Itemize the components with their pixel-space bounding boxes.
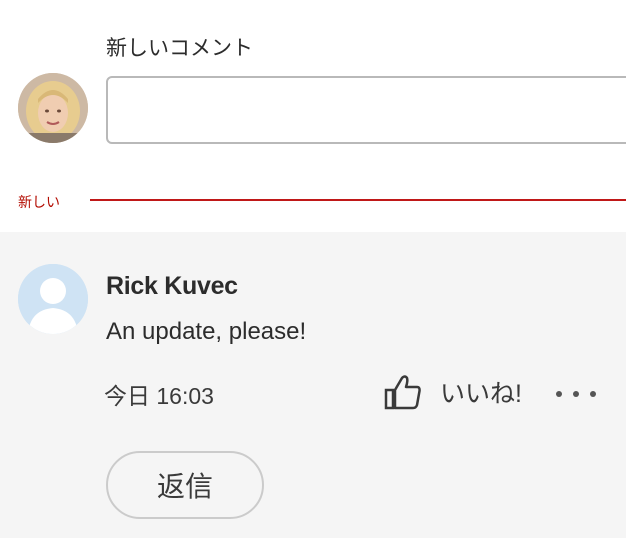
new-divider-line bbox=[90, 199, 626, 201]
comment-text: An update, please! bbox=[106, 318, 307, 345]
comment-thread bbox=[0, 232, 626, 538]
like-button[interactable]: いいね! bbox=[384, 372, 522, 412]
more-options-icon-dot bbox=[573, 391, 579, 397]
more-options-icon-dot bbox=[590, 391, 596, 397]
like-label: いいね! bbox=[440, 380, 522, 408]
comment-input[interactable] bbox=[106, 76, 626, 144]
new-comment-label: 新しいコメント bbox=[106, 37, 253, 60]
user-avatar bbox=[18, 73, 88, 143]
reply-button[interactable]: 返信 bbox=[106, 451, 264, 519]
default-avatar-icon bbox=[18, 264, 88, 334]
more-options-icon bbox=[556, 391, 562, 397]
more-options-button[interactable] bbox=[556, 380, 596, 408]
comment-author[interactable]: Rick Kuvec bbox=[106, 272, 238, 301]
new-divider-label: 新しい bbox=[18, 194, 60, 210]
user-avatar-image bbox=[18, 73, 88, 143]
author-avatar bbox=[18, 264, 88, 334]
thumbs-up-icon bbox=[384, 374, 422, 410]
comment-timestamp: 今日 16:03 bbox=[104, 383, 214, 409]
